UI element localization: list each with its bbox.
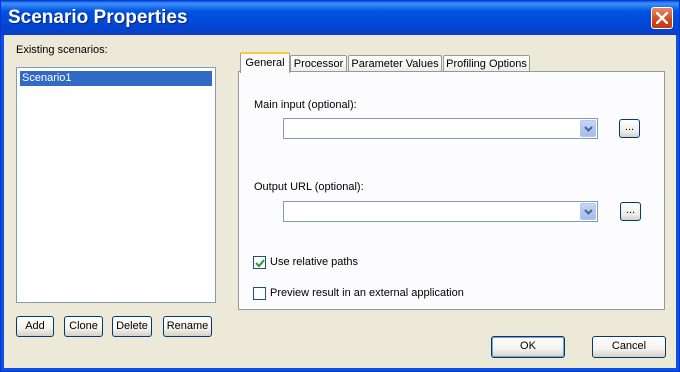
tab-processor[interactable]: Processor <box>290 55 347 72</box>
output-url-combobox[interactable] <box>283 201 598 222</box>
window-frame-right <box>676 35 679 371</box>
scenarios-listbox[interactable]: Scenario1 <box>16 67 216 303</box>
rename-button[interactable]: Rename <box>163 316 212 337</box>
preview-external-label[interactable]: Preview result in an external applicatio… <box>270 287 464 299</box>
list-item[interactable]: Scenario1 <box>20 71 212 86</box>
window-frame-bottom <box>1 368 679 371</box>
main-input-label: Main input (optional): <box>254 99 357 111</box>
close-button[interactable] <box>651 7 673 29</box>
existing-scenarios-label: Existing scenarios: <box>16 44 108 56</box>
tab-general[interactable]: General <box>240 52 290 73</box>
main-input-browse-button[interactable]: ... <box>619 119 640 138</box>
title-bar[interactable]: Scenario Properties <box>1 1 679 35</box>
scenario-properties-dialog: Scenario Properties Existing scenarios: … <box>0 0 680 372</box>
tab-profiling-options[interactable]: Profiling Options <box>443 55 530 72</box>
clone-button[interactable]: Clone <box>64 316 103 337</box>
cancel-button[interactable]: Cancel <box>592 336 666 358</box>
tab-parameter-values[interactable]: Parameter Values <box>348 55 442 72</box>
output-url-dropdown-button[interactable] <box>580 203 596 220</box>
main-input-dropdown-button[interactable] <box>580 120 596 137</box>
dialog-title: Scenario Properties <box>8 7 188 28</box>
window-frame-left <box>1 35 4 371</box>
output-url-browse-button[interactable]: ... <box>620 202 641 221</box>
use-relative-paths-label[interactable]: Use relative paths <box>270 256 358 268</box>
preview-external-checkbox[interactable] <box>253 287 266 300</box>
add-button[interactable]: Add <box>16 316 54 337</box>
ok-button[interactable]: OK <box>491 336 565 358</box>
main-input-combobox[interactable] <box>283 118 598 139</box>
output-url-label: Output URL (optional): <box>254 181 364 193</box>
use-relative-paths-checkbox[interactable] <box>253 256 266 269</box>
delete-button[interactable]: Delete <box>112 316 152 337</box>
